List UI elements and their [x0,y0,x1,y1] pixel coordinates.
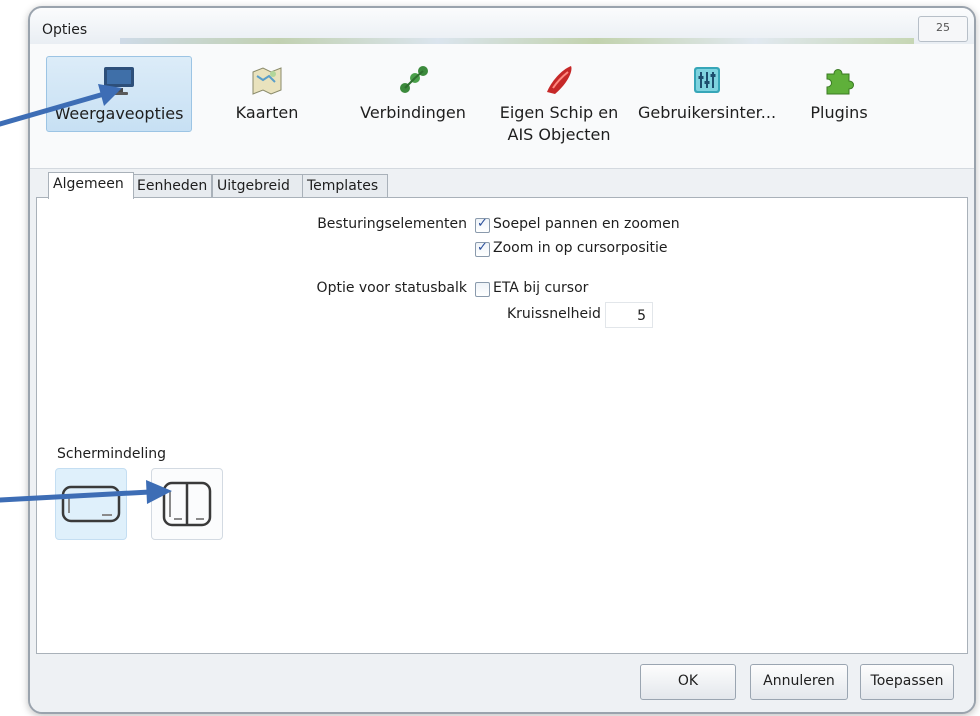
category-label-line1: Eigen Schip en [499,103,619,122]
category-label: Gebruikersinter... [637,103,777,122]
category-label: Verbindingen [360,103,466,122]
ok-button[interactable]: OK [640,664,736,700]
eta-checkbox[interactable] [475,282,490,297]
category-label-line2: AIS Objecten [507,125,611,144]
category-verbindingen[interactable]: Verbindingen [346,56,480,164]
cancel-button[interactable]: Annuleren [750,664,848,700]
category-plugins[interactable]: Plugins [794,56,884,164]
statusbar-label: Optie voor statusbalk [316,280,467,296]
button-bar: OK Annuleren Toepassen [30,654,974,712]
smooth-pan-label: Soepel pannen en zoomen [493,216,680,232]
content-area: Algemeen Eenheden Uitgebreid Templates B… [36,172,968,654]
settings-panel: Besturingselementen Soepel pannen en zoo… [36,197,968,654]
cruise-speed-label: Kruissnelheid [507,306,601,322]
tab-eenheden[interactable]: Eenheden [132,174,212,197]
category-toolbar: Weergaveopties Kaarten Verbindingen Eige… [30,44,974,169]
category-gebruikersinterface[interactable]: Gebruikersinter... [634,56,780,164]
category-kaarten[interactable]: Kaarten [224,56,310,164]
map-icon [252,67,282,95]
connections-icon [400,66,428,93]
ship-icon [547,66,572,94]
title-bar: Opties 25 [30,8,974,44]
tab-uitgebreid[interactable]: Uitgebreid [212,174,304,197]
window-title: Opties [42,22,88,38]
zoom-cursor-checkbox[interactable] [475,240,490,257]
puzzle-icon [826,69,854,95]
cruise-speed-input[interactable]: 5 [605,302,653,328]
category-label: Plugins [810,103,868,122]
category-eigen-schip[interactable]: Eigen Schip en AIS Objecten [494,56,624,164]
close-button[interactable]: 25 [918,16,968,42]
smooth-pan-checkbox[interactable] [475,216,490,233]
tab-algemeen[interactable]: Algemeen [48,172,134,199]
options-dialog: Opties 25 Weergaveopties Kaarten Verbind… [28,6,976,714]
annotation-arrow-bottom [0,480,172,504]
controls-label: Besturingselementen [317,216,467,232]
sliders-icon [694,67,720,93]
annotation-arrow-top [0,84,122,127]
eta-label: ETA bij cursor [493,280,589,296]
category-label: Kaarten [235,103,299,122]
apply-button[interactable]: Toepassen [860,664,954,700]
screen-layout-title: Schermindeling [57,446,167,462]
zoom-cursor-label: Zoom in op cursorpositie [493,240,668,256]
tab-templates[interactable]: Templates [302,174,388,197]
